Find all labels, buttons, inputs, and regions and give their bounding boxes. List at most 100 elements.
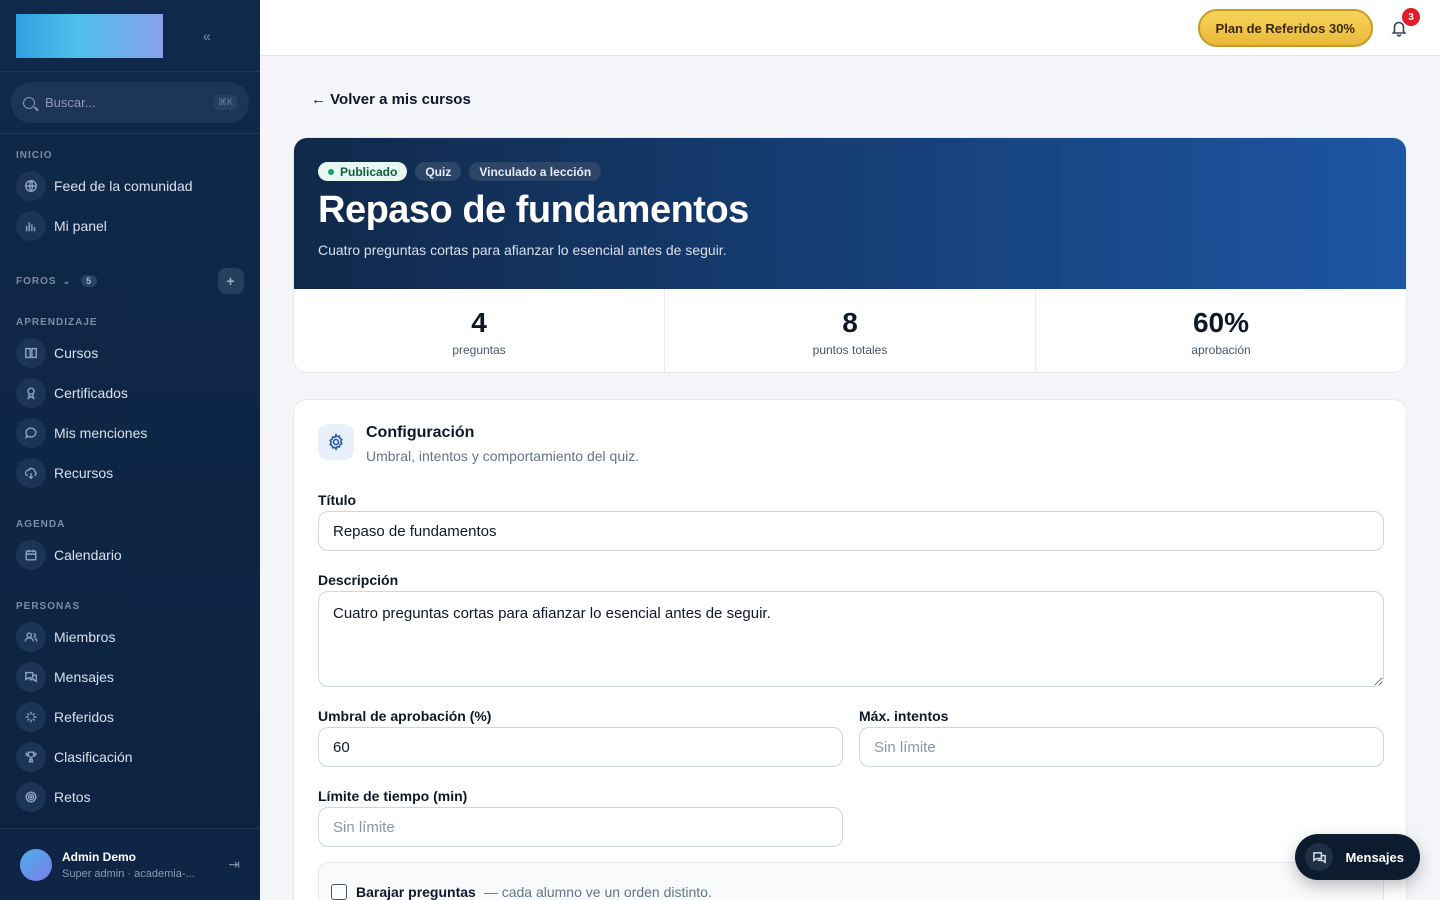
calendar-icon xyxy=(16,540,46,570)
section-label-agenda: AGENDA xyxy=(16,519,66,530)
stat-questions: 4 preguntas xyxy=(294,289,665,372)
sidebar: « Buscar... ⌘K INICIO Feed de la comunid… xyxy=(0,0,260,900)
floating-messages-button[interactable]: Mensajes xyxy=(1295,834,1420,880)
section-label-personas: PERSONAS xyxy=(16,601,81,612)
sidebar-item-label: Recursos xyxy=(54,465,114,481)
shuffle-label: Barajar preguntas xyxy=(356,884,476,900)
trophy-icon xyxy=(16,742,46,772)
spark-icon xyxy=(16,702,46,732)
sidebar-item-miembros[interactable]: Miembros xyxy=(0,617,260,657)
title-input[interactable] xyxy=(318,511,1384,551)
sidebar-header: « xyxy=(0,0,260,72)
stat-label: preguntas xyxy=(452,342,506,357)
messages-icon xyxy=(1305,843,1334,871)
quiz-tags: Publicado Quiz Vinculado a lección xyxy=(318,162,1382,181)
threshold-input[interactable] xyxy=(318,727,843,767)
page-title: Repaso de fundamentos xyxy=(318,189,749,231)
globe-icon xyxy=(16,171,46,201)
linked-badge: Vinculado a lección xyxy=(469,162,602,181)
search-container: Buscar... ⌘K xyxy=(0,72,260,134)
status-badge: Publicado xyxy=(318,162,408,181)
chevron-down-icon[interactable]: ⌄ xyxy=(63,276,72,287)
type-badge: Quiz xyxy=(415,162,462,181)
messages-icon xyxy=(16,662,46,692)
sidebar-item-referidos[interactable]: Referidos xyxy=(0,697,260,737)
quiz-stats: 4 preguntas 8 puntos totales 60% aprobac… xyxy=(294,289,1406,372)
target-icon xyxy=(16,782,46,812)
max-attempts-input[interactable] xyxy=(859,727,1384,767)
referral-plan-button[interactable]: Plan de Referidos 30% xyxy=(1197,9,1373,47)
users-icon xyxy=(16,622,46,652)
stat-pass-rate: 60% aprobación xyxy=(1036,289,1406,372)
sidebar-item-clasificacion[interactable]: Clasificación xyxy=(0,737,260,777)
stat-value: 8 xyxy=(842,306,858,338)
quiz-summary-card: Publicado Quiz Vinculado a lección Repas… xyxy=(293,137,1407,373)
sidebar-item-mensajes[interactable]: Mensajes xyxy=(0,657,260,697)
sidebar-item-calendario[interactable]: Calendario xyxy=(0,535,260,575)
foros-count-badge: 5 xyxy=(81,275,98,287)
sidebar-item-label: Calendario xyxy=(54,547,122,563)
user-name: Admin Demo xyxy=(62,849,137,864)
topbar: Plan de Referidos 30% 3 xyxy=(260,0,1440,56)
shuffle-questions-option[interactable]: Barajar preguntas — cada alumno ve un or… xyxy=(318,862,1384,900)
sidebar-item-label: Clasificación xyxy=(54,749,133,765)
notification-count-badge: 3 xyxy=(1402,8,1420,26)
sidebar-item-menciones[interactable]: Mis menciones xyxy=(0,413,260,453)
sidebar-item-label: Referidos xyxy=(54,709,114,725)
quiz-hero: Publicado Quiz Vinculado a lección Repas… xyxy=(294,138,1406,289)
book-icon xyxy=(16,338,46,368)
sidebar-item-retos[interactable]: Retos xyxy=(0,777,260,817)
shuffle-checkbox[interactable] xyxy=(331,884,347,900)
stat-label: puntos totales xyxy=(812,342,888,357)
sidebar-item-feed[interactable]: Feed de la comunidad xyxy=(0,166,260,206)
sidebar-item-label: Certificados xyxy=(54,385,128,401)
user-profile[interactable]: Admin Demo Super admin · academia-... ⇥ xyxy=(0,828,260,900)
page-subtitle: Cuatro preguntas cortas para afianzar lo… xyxy=(318,242,727,258)
sidebar-item-label: Feed de la comunidad xyxy=(54,178,193,194)
configuration-card: Configuración Umbral, intentos y comport… xyxy=(293,399,1407,900)
search-input[interactable]: Buscar... ⌘K xyxy=(11,82,249,123)
messages-button-label: Mensajes xyxy=(1345,849,1404,865)
back-to-courses-link[interactable]: ← Volver a mis cursos xyxy=(311,91,471,108)
collapse-sidebar-icon[interactable]: « xyxy=(203,28,211,44)
search-placeholder: Buscar... xyxy=(45,95,96,110)
brand-logo[interactable] xyxy=(16,13,163,58)
sidebar-item-cursos[interactable]: Cursos xyxy=(0,333,260,373)
time-limit-input[interactable] xyxy=(318,807,843,847)
gear-icon xyxy=(318,424,354,460)
section-label-foros: FOROS ⌄ 5 + xyxy=(0,268,260,294)
bar-chart-icon xyxy=(16,211,46,241)
main-content: ← Volver a mis cursos Publicado Quiz Vin… xyxy=(260,56,1440,900)
sidebar-item-label: Miembros xyxy=(54,629,116,645)
award-icon xyxy=(16,378,46,408)
chat-bubble-icon xyxy=(16,418,46,448)
stat-label: aprobación xyxy=(1191,342,1251,357)
user-info: Admin Demo Super admin · academia-... xyxy=(62,850,195,880)
status-dot-icon xyxy=(328,168,334,175)
sidebar-item-label: Mensajes xyxy=(54,669,114,685)
logout-icon[interactable]: ⇥ xyxy=(228,856,240,873)
description-textarea[interactable]: Cuatro preguntas cortas para afianzar lo… xyxy=(318,591,1384,687)
sidebar-item-label: Mi panel xyxy=(54,218,107,234)
configuration-header: Configuración Umbral, intentos y comport… xyxy=(318,424,639,464)
add-forum-button[interactable]: + xyxy=(218,268,244,294)
description-label: Descripción xyxy=(318,572,399,588)
sidebar-item-label: Mis menciones xyxy=(54,425,148,441)
stat-value: 4 xyxy=(471,306,487,338)
sidebar-item-panel[interactable]: Mi panel xyxy=(0,206,260,246)
cloud-download-icon xyxy=(16,458,46,488)
configuration-title: Configuración xyxy=(366,424,475,441)
sidebar-item-label: Cursos xyxy=(54,345,99,361)
user-role: Super admin · academia-... xyxy=(62,867,195,880)
foros-label: FOROS xyxy=(16,275,57,287)
stat-points: 8 puntos totales xyxy=(665,289,1036,372)
shuffle-hint: — cada alumno ve un orden distinto. xyxy=(483,884,712,900)
status-label: Publicado xyxy=(340,164,398,179)
threshold-label: Umbral de aprobación (%) xyxy=(318,708,492,724)
sidebar-item-certificados[interactable]: Certificados xyxy=(0,373,260,413)
section-label-inicio: INICIO xyxy=(16,150,53,161)
stat-value: 60% xyxy=(1192,306,1250,338)
sidebar-item-label: Retos xyxy=(54,789,91,805)
sidebar-item-recursos[interactable]: Recursos xyxy=(0,453,260,493)
time-limit-label: Límite de tiempo (min) xyxy=(318,788,468,804)
